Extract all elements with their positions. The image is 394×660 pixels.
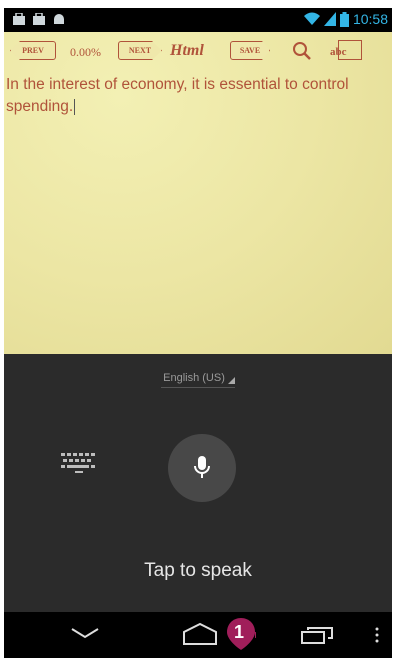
search-icon[interactable]	[292, 41, 312, 61]
spellcheck-label: abc	[330, 46, 347, 58]
microphone-button[interactable]	[168, 434, 236, 502]
note-text-content: In the interest of economy, it is essent…	[6, 76, 349, 115]
home-icon[interactable]	[182, 622, 218, 646]
prev-button[interactable]: PREV	[10, 41, 56, 60]
text-cursor	[74, 98, 76, 115]
status-indicators: 10:58	[303, 11, 388, 27]
status-bar: 10:58	[4, 8, 392, 32]
progress-percent: 0.00%	[70, 45, 101, 59]
overflow-menu-icon[interactable]	[374, 626, 380, 644]
keyboard-icon[interactable]	[59, 452, 99, 474]
next-button[interactable]: NEXT	[118, 41, 162, 60]
language-label: English (US)	[163, 372, 225, 384]
language-row: English (US)	[4, 372, 392, 388]
notification-icons	[12, 13, 66, 26]
signal-icon	[323, 12, 336, 26]
save-button-label: SAVE	[239, 46, 261, 55]
microphone-icon	[194, 456, 210, 478]
status-time: 10:58	[352, 11, 388, 27]
language-selector[interactable]: English (US)	[161, 372, 235, 388]
android-icon	[54, 14, 64, 24]
notification-icon	[33, 13, 45, 25]
voice-input-panel: English (US) Tap to speak	[4, 354, 392, 612]
back-chevron-down-icon[interactable]	[70, 626, 100, 640]
phone-screen: 10:58 PREV 0.00% NEXT Html SAVE abc In t…	[4, 8, 392, 658]
note-editor[interactable]: PREV 0.00% NEXT Html SAVE abc In the int…	[4, 32, 392, 354]
next-button-label: NEXT	[128, 46, 152, 55]
navigation-bar: 1	[4, 612, 392, 658]
notification-icon	[13, 13, 25, 25]
editor-toolbar: PREV 0.00% NEXT Html SAVE abc	[4, 38, 392, 64]
prev-button-label: PREV	[22, 46, 44, 55]
battery-icon	[339, 11, 349, 27]
wifi-icon	[303, 12, 320, 25]
dropdown-triangle-icon	[227, 377, 235, 384]
note-text[interactable]: In the interest of economy, it is essent…	[6, 74, 376, 118]
tap-to-speak-label: Tap to speak	[144, 560, 252, 581]
html-format-button[interactable]: Html	[170, 42, 204, 60]
recent-apps-icon[interactable]	[300, 626, 334, 644]
save-button[interactable]: SAVE	[230, 41, 270, 60]
callout-number: 1	[234, 622, 245, 642]
